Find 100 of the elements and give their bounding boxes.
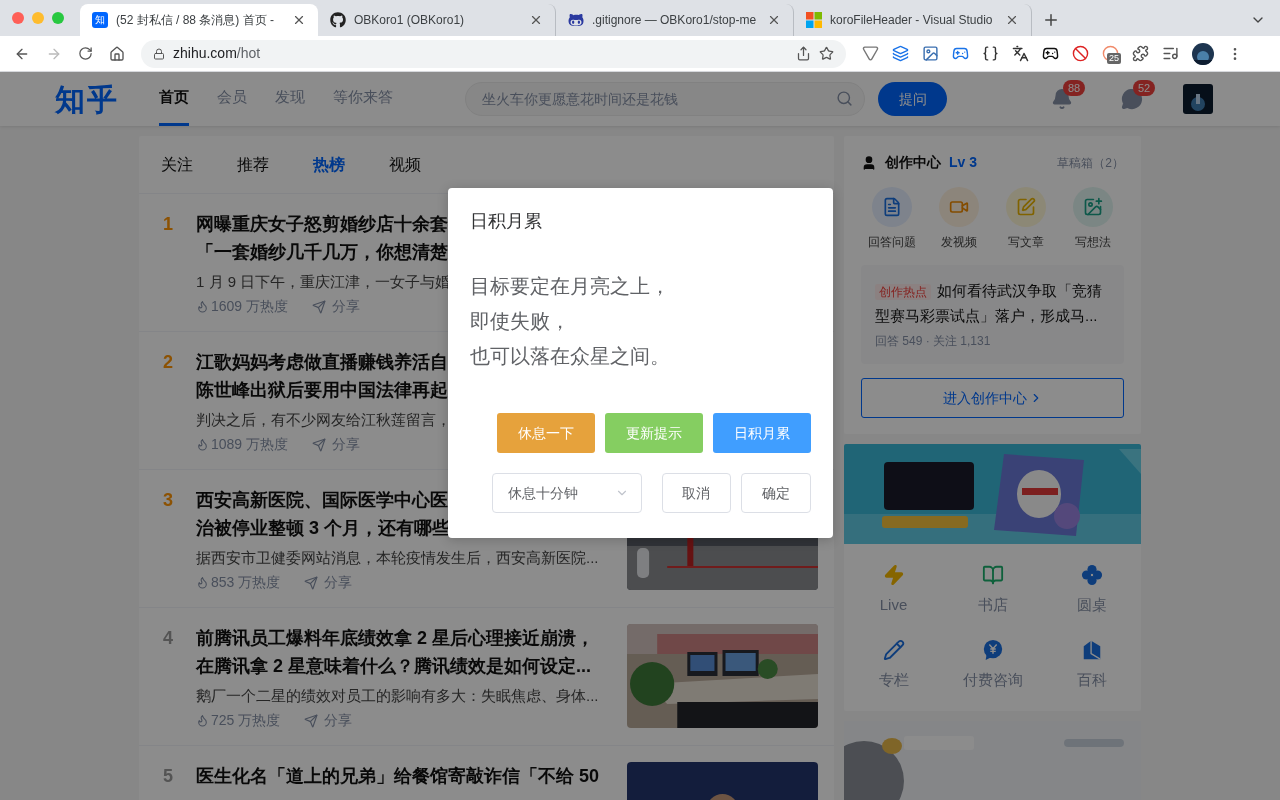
action-label[interactable]: 回答问题 xyxy=(868,233,916,251)
puzzle-icon[interactable] xyxy=(1132,45,1149,62)
lock-icon xyxy=(153,47,165,60)
flame-icon xyxy=(196,714,209,727)
feed-tab[interactable]: 关注 xyxy=(161,152,193,177)
paper-plane-icon xyxy=(304,713,319,728)
hot-title[interactable]: 江歌妈妈考虑做直播赚钱养活自 xyxy=(196,348,448,376)
nav-link[interactable]: 首页 xyxy=(159,72,189,126)
close-icon[interactable] xyxy=(767,13,781,27)
hot-title[interactable]: 西安高新医院、国际医学中心医 xyxy=(196,486,448,514)
share-icon[interactable] xyxy=(796,46,811,61)
document-icon xyxy=(882,197,902,217)
drafts-link[interactable]: 草稿箱（2） xyxy=(1057,153,1124,172)
hot-title[interactable]: 陈世峰出狱后要用中国法律再起 xyxy=(196,376,448,404)
ask-button[interactable]: 提问 xyxy=(878,82,947,116)
dialog-title: 日积月累 xyxy=(470,210,543,233)
browser-tab[interactable]: 知 (52 封私信 / 88 条消息) 首页 - xyxy=(80,4,318,36)
shortcut-link[interactable]: 书店 xyxy=(943,564,1042,617)
quote-line: 即使失败， xyxy=(470,309,571,334)
yen-bubble-icon xyxy=(981,638,1004,661)
cancel-button[interactable]: 取消 xyxy=(661,473,732,513)
quote-line: 也可以落在众星之间。 xyxy=(470,344,671,369)
close-icon[interactable] xyxy=(529,13,543,27)
action-label[interactable]: 写文章 xyxy=(1008,233,1044,251)
layers-icon[interactable] xyxy=(892,45,909,62)
lightning-icon xyxy=(882,564,905,586)
hot-title[interactable]: 网曝重庆女子怒剪婚纱店十余套 xyxy=(196,210,448,238)
hot-title[interactable]: 前腾讯员工爆料年底绩效拿 2 星后心理接近崩溃， xyxy=(196,624,594,652)
edit-icon xyxy=(1016,197,1036,217)
pinwheel-icon xyxy=(1080,564,1103,586)
share-link[interactable]: 分享 xyxy=(304,710,353,731)
flame-icon xyxy=(196,300,209,313)
excerpt: 据西安市卫健委网站消息，本轮疫情发生后，西安高新医院... xyxy=(196,548,599,568)
image-add-icon xyxy=(1083,197,1103,217)
paper-plane-icon xyxy=(312,299,327,314)
image-icon[interactable] xyxy=(922,45,939,62)
github-icon xyxy=(330,12,346,28)
color-action-button[interactable]: 日积月累 xyxy=(713,413,811,453)
paper-plane-icon xyxy=(304,575,319,590)
rank-number: 3 xyxy=(162,489,174,512)
share-link[interactable]: 分享 xyxy=(312,434,361,455)
tab-title: (52 封私信 / 88 条消息) 首页 - xyxy=(116,12,276,29)
address-field[interactable]: zhihu.com/hot xyxy=(141,39,846,68)
document-button[interactable] xyxy=(872,187,912,227)
heat-text: 1609 万热度 xyxy=(211,297,289,316)
flame-icon xyxy=(196,438,209,451)
shortcut-link[interactable]: 百科 xyxy=(1042,638,1141,691)
close-icon[interactable] xyxy=(1005,13,1019,27)
share-link[interactable]: 分享 xyxy=(304,572,353,593)
shortcut-link[interactable]: Live xyxy=(844,564,943,617)
shortcut-link[interactable]: 专栏 xyxy=(844,638,943,691)
search-field[interactable]: 坐火车你更愿意花时间还是花钱 xyxy=(465,82,865,116)
octocat-icon xyxy=(568,12,584,28)
level-text: Lv 3 xyxy=(949,153,977,172)
shortcut-link[interactable]: 付费咨询 xyxy=(943,638,1042,691)
feed-tab[interactable]: 热榜 xyxy=(313,152,345,177)
tab-title: koroFileHeader - Visual Studio xyxy=(830,12,994,29)
confirm-button[interactable]: 确定 xyxy=(741,473,811,513)
nav-link[interactable]: 等你来答 xyxy=(333,72,393,126)
home-icon[interactable] xyxy=(109,45,125,62)
site-logo[interactable]: 知乎 xyxy=(55,76,159,122)
message-count: 52 xyxy=(1133,80,1156,96)
url-text: zhihu.com/hot xyxy=(173,44,262,63)
tab-title: OBKoro1 (OBKoro1) xyxy=(354,12,466,29)
reload-icon[interactable] xyxy=(78,46,93,61)
hot-topic-text[interactable]: 创作热点 如何看待武汉争取「竞猜型赛马彩票试点」落户，形成马... xyxy=(875,279,1110,328)
hot-title[interactable]: 「一套婚纱几千几万，你想清楚 xyxy=(196,238,448,266)
bookmark-star-icon[interactable] xyxy=(819,46,834,61)
hot-title[interactable]: 在腾讯拿 2 星意味着什么？腾讯绩效是如何设定... xyxy=(196,652,591,680)
rank-number: 5 xyxy=(162,765,174,788)
action-label[interactable]: 发视频 xyxy=(941,233,977,251)
shortcut-link[interactable]: 圆桌 xyxy=(1042,564,1141,617)
heat-text: 1089 万热度 xyxy=(211,435,289,454)
image-add-button[interactable] xyxy=(1073,187,1113,227)
action-label[interactable]: 写想法 xyxy=(1075,233,1111,251)
nav-link[interactable]: 会员 xyxy=(217,72,247,126)
braces-icon[interactable] xyxy=(982,45,999,62)
playlist-icon[interactable] xyxy=(1162,45,1179,62)
excerpt: 鹅厂一个二星的绩效对员工的影响有多大：失眠焦虑、身体... xyxy=(196,686,599,706)
paper-plane-icon xyxy=(312,437,327,452)
enter-creator-center-button[interactable]: 进入创作中心 xyxy=(861,378,1124,418)
hot-title[interactable]: 医生化名「道上的兄弟」给餐馆寄敲诈信「不给 50 xyxy=(196,762,600,790)
triangle-icon[interactable] xyxy=(862,45,879,62)
tab-title: .gitignore — OBKoro1/stop-me xyxy=(592,12,758,29)
heat-text: 725 万热度 xyxy=(211,711,281,730)
translate-icon[interactable] xyxy=(1012,45,1029,62)
new-tab-icon[interactable] xyxy=(1042,11,1060,29)
share-link[interactable]: 分享 xyxy=(312,296,361,317)
extension-badge: 25 xyxy=(1107,53,1121,64)
hot-topic-panel[interactable]: 创作热点 如何看待武汉争取「竞猜型赛马彩票试点」落户，形成马... 回答 549 · 关注 1,131 xyxy=(861,265,1124,364)
close-icon[interactable] xyxy=(292,13,306,27)
feed-tab[interactable]: 推荐 xyxy=(237,152,269,177)
excerpt: 1 月 9 日下午，重庆江津，一女子与婚 xyxy=(196,272,451,292)
flame-icon xyxy=(196,576,209,589)
interval-select[interactable]: 休息十分钟 xyxy=(492,473,642,513)
feed-tab[interactable]: 视频 xyxy=(389,152,421,177)
rank-number: 4 xyxy=(162,627,174,650)
ban-icon[interactable] xyxy=(1072,45,1089,62)
gamepad-icon[interactable] xyxy=(952,45,969,62)
nav-link[interactable]: 发现 xyxy=(275,72,305,126)
